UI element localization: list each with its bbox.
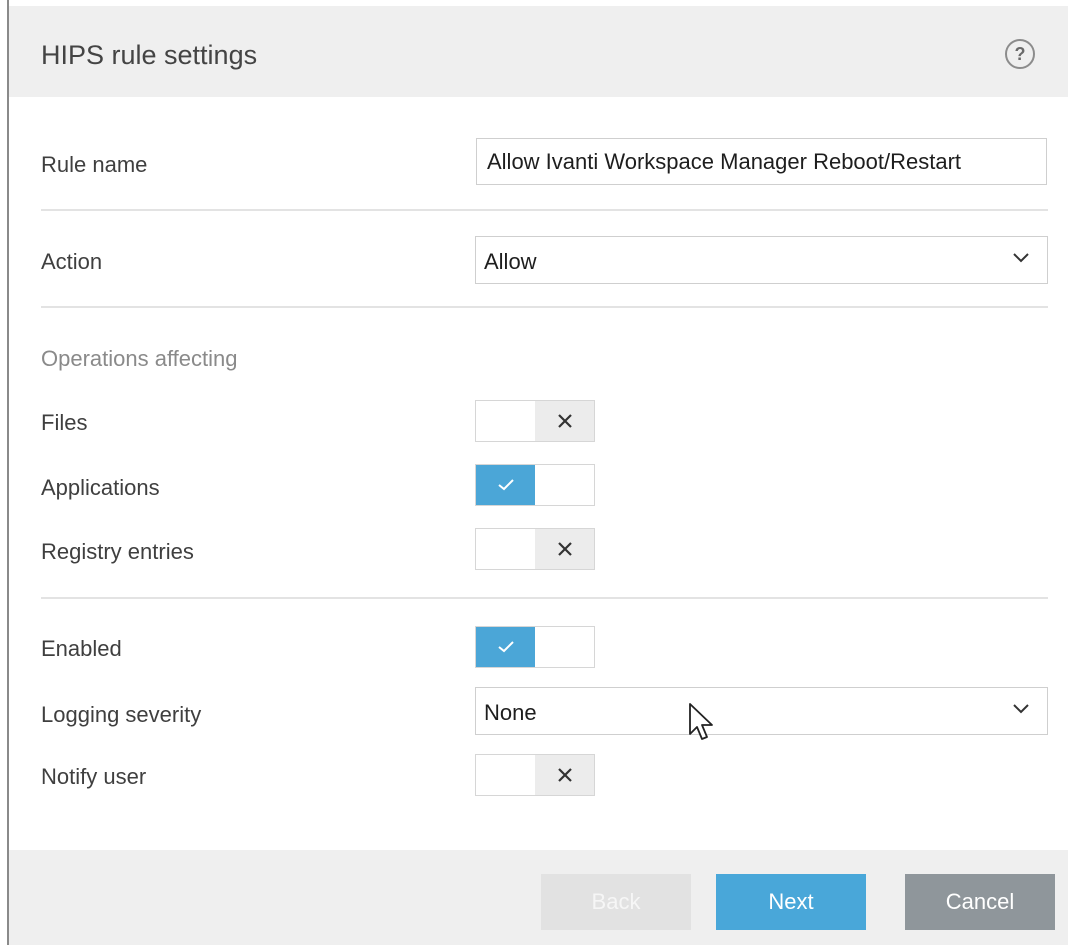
checkmark-icon <box>497 641 514 653</box>
registry-entries-toggle[interactable] <box>475 528 595 570</box>
files-toggle[interactable] <box>475 400 595 442</box>
action-select-value: Allow <box>484 249 537 274</box>
window-edge <box>0 0 9 945</box>
rule-name-label: Rule name <box>41 152 148 177</box>
close-icon <box>557 414 572 428</box>
rule-name-input[interactable] <box>476 138 1047 185</box>
enabled-label: Enabled <box>41 636 122 661</box>
close-icon <box>557 542 572 556</box>
toggle-on-segment <box>476 627 535 667</box>
logging-severity-label: Logging severity <box>41 702 202 727</box>
dialog-header: HIPS rule settings ? <box>9 6 1068 97</box>
chevron-down-icon <box>1013 704 1029 714</box>
applications-label: Applications <box>41 475 160 500</box>
toggle-on-segment <box>476 465 535 505</box>
applications-toggle[interactable] <box>475 464 595 506</box>
action-label: Action <box>41 249 103 274</box>
cancel-button[interactable]: Cancel <box>905 874 1055 930</box>
logging-severity-select[interactable]: None <box>475 687 1048 735</box>
notify-user-label: Notify user <box>41 764 147 789</box>
next-button[interactable]: Next <box>716 874 866 930</box>
back-button[interactable]: Back <box>541 874 691 930</box>
toggle-off-segment <box>535 401 594 441</box>
close-icon <box>557 768 572 782</box>
toggle-off-segment <box>535 529 594 569</box>
dialog-title: HIPS rule settings <box>41 40 258 70</box>
divider <box>41 209 1048 211</box>
files-label: Files <box>41 410 88 435</box>
dialog-footer: Back Next Cancel <box>9 850 1068 945</box>
operations-section-heading: Operations affecting <box>41 346 238 371</box>
chevron-down-icon <box>1013 253 1029 263</box>
notify-user-toggle[interactable] <box>475 754 595 796</box>
divider <box>41 306 1048 308</box>
logging-severity-select-value: None <box>484 700 537 725</box>
action-select[interactable]: Allow <box>475 236 1048 284</box>
divider <box>41 597 1048 599</box>
hips-rule-settings-dialog: HIPS rule settings ? Rule name Action Al… <box>9 6 1068 945</box>
checkmark-icon <box>497 479 514 491</box>
enabled-toggle[interactable] <box>475 626 595 668</box>
registry-entries-label: Registry entries <box>41 539 194 564</box>
question-mark-icon[interactable]: ? <box>1005 39 1035 69</box>
toggle-off-segment <box>535 755 594 795</box>
